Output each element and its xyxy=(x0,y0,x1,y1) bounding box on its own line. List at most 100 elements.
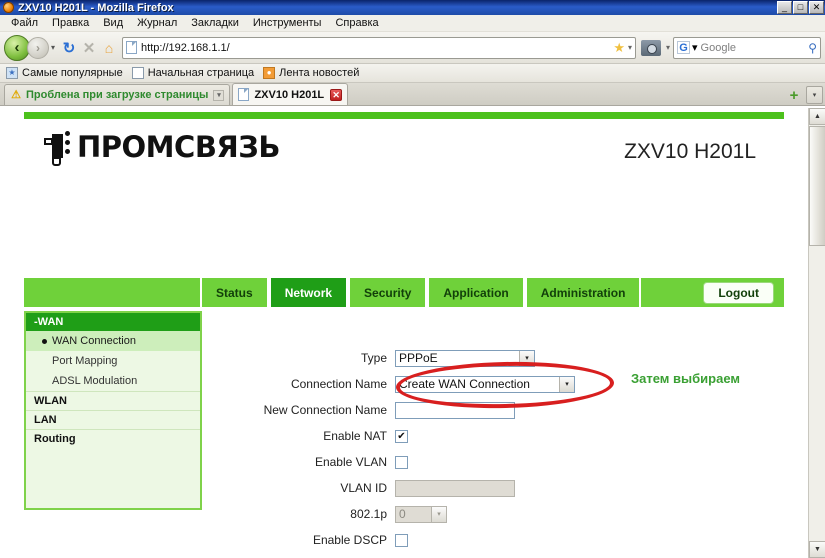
nav-tab-security[interactable]: Security xyxy=(348,278,428,307)
router-admin-page: ПРОМСВЯЗЬ ZXV10 H201L Status Network Sec… xyxy=(0,108,808,558)
rss-icon: ● xyxy=(263,67,276,79)
sidebar-group-wan[interactable]: -WAN xyxy=(26,313,200,331)
sidebar-item-routing[interactable]: Routing xyxy=(26,429,200,448)
address-dropdown-icon[interactable]: ▾ xyxy=(628,43,632,52)
forward-button[interactable]: › xyxy=(27,36,49,59)
page-icon xyxy=(126,41,138,54)
tab-page-load-problem[interactable]: ⚠ Проблена при загрузке страницы ▾ xyxy=(4,84,231,105)
menu-item-help[interactable]: Справка xyxy=(328,16,385,30)
address-bar[interactable]: http://192.168.1.1/ ★ ▾ xyxy=(122,36,636,59)
label-type: Type xyxy=(360,351,387,365)
scroll-down-arrow[interactable]: ▼ xyxy=(809,541,825,558)
tab-list-button[interactable]: ▾ xyxy=(806,86,823,104)
sidebar-item-wan-connection[interactable]: WAN Connection xyxy=(26,331,200,351)
chevron-down-icon: ▾ xyxy=(431,506,446,522)
menu-item-history[interactable]: Журнал xyxy=(130,16,184,30)
folder-icon: ★ xyxy=(6,67,18,79)
control-enable-vlan xyxy=(395,455,408,469)
type-select-value: PPPoE xyxy=(399,350,438,365)
label-vlan-id: VLAN ID xyxy=(340,481,387,495)
page-header: ПРОМСВЯЗЬ ZXV10 H201L xyxy=(24,122,784,174)
logout-wrapper: Logout xyxy=(703,278,784,307)
bookmark-most-popular[interactable]: ★ Самые популярные xyxy=(4,67,128,79)
nav-filler-left xyxy=(24,278,200,307)
menu-item-file[interactable]: Файл xyxy=(4,16,45,30)
label-new-connection-name: New Connection Name xyxy=(263,403,387,417)
nav-tab-status[interactable]: Status xyxy=(200,278,269,307)
google-logo-icon[interactable]: G xyxy=(677,41,690,54)
close-button[interactable]: ✕ xyxy=(809,1,824,14)
form-row-enable-vlan: Enable VLAN xyxy=(210,449,730,475)
menu-item-view[interactable]: Вид xyxy=(96,16,130,30)
scroll-up-arrow[interactable]: ▲ xyxy=(809,108,825,125)
scrollbar-thumb[interactable] xyxy=(809,126,825,246)
form-row-vlan-id: VLAN ID xyxy=(210,475,730,501)
sidebar-item-wlan[interactable]: WLAN xyxy=(26,391,200,410)
bookmarks-bar: ★ Самые популярные Начальная страница ● … xyxy=(0,64,825,83)
search-engine-dropdown-icon[interactable]: ▾ xyxy=(692,41,698,54)
close-icon[interactable]: ✕ xyxy=(330,88,343,101)
new-tab-button[interactable]: + xyxy=(785,86,803,104)
form-row-enable-nat: Enable NAT ✔ xyxy=(210,423,730,449)
label-enable-dscp: Enable DSCP xyxy=(312,533,387,547)
home-button[interactable]: ⌂ xyxy=(99,37,119,59)
menu-item-edit[interactable]: Правка xyxy=(45,16,96,30)
brand-name: ПРОМСВЯЗЬ xyxy=(77,130,280,164)
tab-label: ZXV10 H201L xyxy=(254,88,325,101)
menu-item-tools[interactable]: Инструменты xyxy=(246,16,329,30)
menu-item-bookmarks[interactable]: Закладки xyxy=(184,16,246,30)
logout-button[interactable]: Logout xyxy=(703,281,774,304)
bookmark-star-icon[interactable]: ★ xyxy=(613,40,625,56)
nav-filler-right xyxy=(641,278,704,307)
tab-bar: ⚠ Проблена при загрузке страницы ▾ ZXV10… xyxy=(0,83,825,106)
search-input[interactable]: Google xyxy=(701,42,809,54)
tab-zxv10-h201l[interactable]: ZXV10 H201L ✕ xyxy=(232,83,349,105)
sidebar-item-lan[interactable]: LAN xyxy=(26,410,200,429)
sidebar-item-adsl-modulation[interactable]: ADSL Modulation xyxy=(26,371,200,391)
minimize-button[interactable]: _ xyxy=(777,1,792,14)
label-enable-vlan: Enable VLAN xyxy=(314,455,387,469)
nav-tab-application[interactable]: Application xyxy=(427,278,525,307)
bookmark-label: Начальная страница xyxy=(147,67,255,79)
stop-button[interactable]: ✕ xyxy=(79,37,99,59)
device-model: ZXV10 H201L xyxy=(624,140,756,163)
maximize-button[interactable]: □ xyxy=(793,1,808,14)
url-text[interactable]: http://192.168.1.1/ xyxy=(141,42,613,54)
label-8021p: 802.1p xyxy=(350,507,387,521)
window-titlebar: ZXV10 H201L - Mozilla Firefox _ □ ✕ xyxy=(0,0,825,15)
page-scrollbar[interactable]: ▲ ▼ xyxy=(808,108,825,558)
chevron-down-icon[interactable]: ▾ xyxy=(51,43,55,52)
bookmark-label: Самые популярные xyxy=(22,67,123,79)
main-nav: Status Network Security Application Admi… xyxy=(24,278,784,307)
sidebar-item-label: ADSL Modulation xyxy=(52,375,138,387)
bookmark-home-page[interactable]: Начальная страница xyxy=(130,67,259,79)
firefox-icon xyxy=(3,2,14,13)
page-icon xyxy=(238,88,250,101)
camera-dropdown-icon[interactable]: ▾ xyxy=(666,43,670,52)
search-bar[interactable]: G ▾ Google ⚲ xyxy=(673,36,821,59)
tab-dropdown-icon[interactable]: ▾ xyxy=(213,89,225,101)
enable-nat-checkbox[interactable]: ✔ xyxy=(395,429,408,443)
priority-8021p-value: 0 xyxy=(399,506,406,521)
priority-8021p-select: 0 ▾ xyxy=(395,505,447,523)
warning-icon: ⚠ xyxy=(11,88,21,101)
enable-vlan-checkbox[interactable] xyxy=(395,455,408,469)
control-vlan-id xyxy=(395,479,515,497)
page-icon xyxy=(131,67,144,79)
nav-tab-administration[interactable]: Administration xyxy=(524,278,642,307)
control-8021p: 0 ▾ xyxy=(395,505,447,523)
search-icon[interactable]: ⚲ xyxy=(808,41,817,55)
bookmark-news-feed[interactable]: ● Лента новостей xyxy=(261,67,364,79)
camera-icon[interactable] xyxy=(640,39,661,56)
nav-tab-network[interactable]: Network xyxy=(268,278,349,307)
bookmark-label: Лента новостей xyxy=(279,67,360,79)
control-enable-dscp xyxy=(395,533,408,547)
form-row-dscp: DSCP xyxy=(210,553,730,558)
tab-label: Проблена при загрузке страницы xyxy=(26,89,209,101)
sidebar-item-port-mapping[interactable]: Port Mapping xyxy=(26,351,200,371)
vlan-id-input xyxy=(395,479,515,497)
sidebar-item-label: WAN Connection xyxy=(52,335,136,347)
enable-dscp-checkbox[interactable] xyxy=(395,533,408,547)
reload-button[interactable]: ↻ xyxy=(59,37,79,59)
page-top-green-strip xyxy=(24,112,784,119)
